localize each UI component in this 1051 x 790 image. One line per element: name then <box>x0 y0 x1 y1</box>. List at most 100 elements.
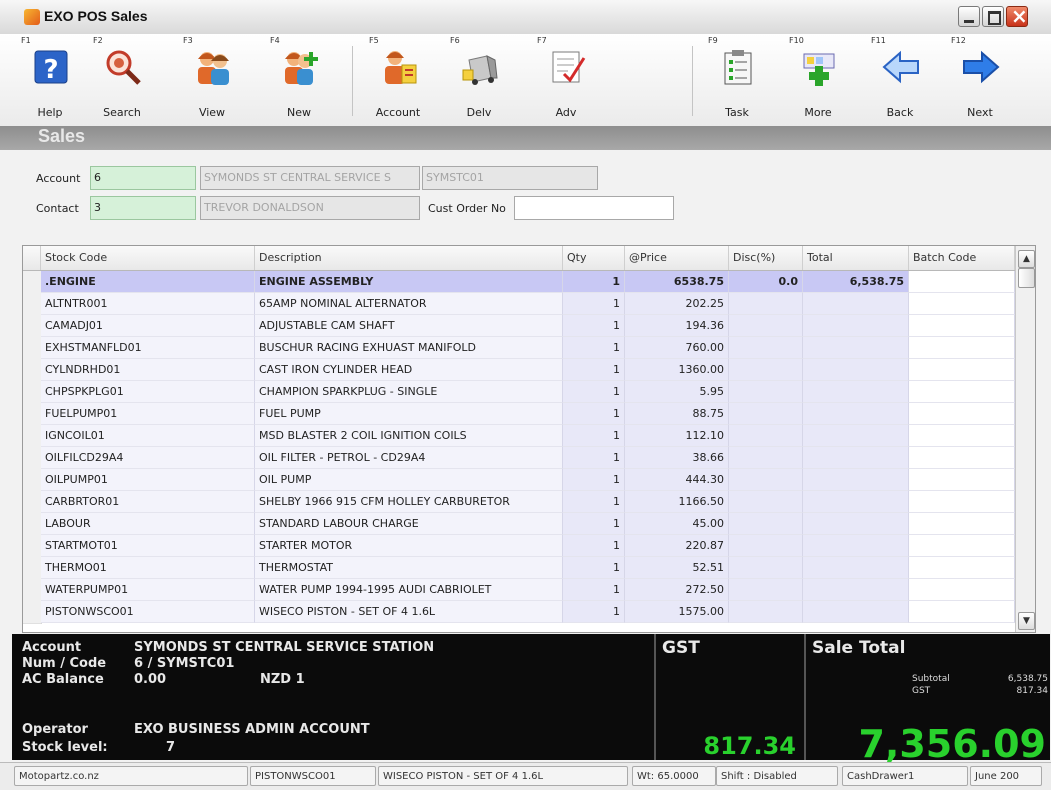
table-row[interactable]: LABOUR STANDARD LABOUR CHARGE 1 45.00 <box>23 513 1015 536</box>
cell-stock-code[interactable]: THERMO01 <box>41 557 255 579</box>
search-button[interactable]: F2 Search <box>90 36 154 122</box>
cell-discount[interactable] <box>729 315 803 337</box>
cell-description[interactable]: THERMOSTAT <box>255 557 563 579</box>
row-indicator[interactable] <box>23 359 42 382</box>
cell-qty[interactable]: 1 <box>563 535 625 557</box>
cell-description[interactable]: ADJUSTABLE CAM SHAFT <box>255 315 563 337</box>
cell-batch-code[interactable] <box>909 491 1015 513</box>
cell-qty[interactable]: 1 <box>563 557 625 579</box>
cell-batch-code[interactable] <box>909 601 1015 623</box>
column-header-stock-code[interactable]: Stock Code <box>41 246 255 270</box>
cell-discount[interactable] <box>729 535 803 557</box>
cell-discount[interactable]: 0.0 <box>729 271 803 293</box>
help-button[interactable]: F1 ? Help <box>18 36 82 122</box>
row-indicator[interactable] <box>23 601 42 624</box>
cell-stock-code[interactable]: OILPUMP01 <box>41 469 255 491</box>
minimize-button[interactable] <box>958 6 980 27</box>
cust-order-field[interactable] <box>514 196 674 220</box>
cell-batch-code[interactable] <box>909 425 1015 447</box>
cell-total[interactable] <box>803 315 909 337</box>
cell-stock-code[interactable]: EXHSTMANFLD01 <box>41 337 255 359</box>
grid-scrollbar[interactable]: ▲ ▼ <box>1015 246 1035 632</box>
cell-price[interactable]: 88.75 <box>625 403 729 425</box>
row-indicator[interactable] <box>23 491 42 514</box>
column-header-price[interactable]: @Price <box>625 246 729 270</box>
cell-price[interactable]: 202.25 <box>625 293 729 315</box>
cell-total[interactable] <box>803 491 909 513</box>
cell-batch-code[interactable] <box>909 557 1015 579</box>
cell-description[interactable]: OIL PUMP <box>255 469 563 491</box>
row-indicator[interactable] <box>23 469 42 492</box>
scroll-down-icon[interactable]: ▼ <box>1018 612 1035 630</box>
cell-stock-code[interactable]: WATERPUMP01 <box>41 579 255 601</box>
table-row[interactable]: ALTNTR001 65AMP NOMINAL ALTERNATOR 1 202.25 <box>23 293 1015 316</box>
cell-price[interactable]: 1166.50 <box>625 491 729 513</box>
cell-total[interactable] <box>803 447 909 469</box>
cell-description[interactable]: FUEL PUMP <box>255 403 563 425</box>
scroll-up-icon[interactable]: ▲ <box>1018 250 1035 268</box>
table-row[interactable]: PISTONWSCO01 WISECO PISTON - SET OF 4 1.6… <box>23 601 1015 624</box>
cell-description[interactable]: SHELBY 1966 915 CFM HOLLEY CARBURETOR <box>255 491 563 513</box>
cell-description[interactable]: STARTER MOTOR <box>255 535 563 557</box>
cell-total[interactable] <box>803 359 909 381</box>
cell-batch-code[interactable] <box>909 337 1015 359</box>
cell-discount[interactable] <box>729 601 803 623</box>
cell-total[interactable]: 6,538.75 <box>803 271 909 293</box>
cell-qty[interactable]: 1 <box>563 403 625 425</box>
cell-stock-code[interactable]: OILFILCD29A4 <box>41 447 255 469</box>
delivery-button[interactable]: F6 Delv <box>447 36 511 122</box>
cell-stock-code[interactable]: CHPSPKPLG01 <box>41 381 255 403</box>
cell-batch-code[interactable] <box>909 359 1015 381</box>
cell-total[interactable] <box>803 425 909 447</box>
cell-batch-code[interactable] <box>909 381 1015 403</box>
cell-discount[interactable] <box>729 557 803 579</box>
cell-qty[interactable]: 1 <box>563 447 625 469</box>
more-button[interactable]: F10 More <box>786 36 850 122</box>
cell-discount[interactable] <box>729 337 803 359</box>
cell-stock-code[interactable]: CARBRTOR01 <box>41 491 255 513</box>
cell-description[interactable]: WATER PUMP 1994-1995 AUDI CABRIOLET <box>255 579 563 601</box>
cell-price[interactable]: 194.36 <box>625 315 729 337</box>
row-indicator[interactable] <box>23 315 42 338</box>
cell-stock-code[interactable]: ALTNTR001 <box>41 293 255 315</box>
table-row[interactable]: .ENGINE ENGINE ASSEMBLY 1 6538.75 0.0 6,538.7… <box>23 271 1015 294</box>
close-button[interactable] <box>1006 4 1028 28</box>
cell-price[interactable]: 272.50 <box>625 579 729 601</box>
table-row[interactable]: OILPUMP01 OIL PUMP 1 444.30 <box>23 469 1015 492</box>
cell-total[interactable] <box>803 337 909 359</box>
table-row[interactable]: EXHSTMANFLD01 BUSCHUR RACING EXHUAST MANI… <box>23 337 1015 360</box>
cell-qty[interactable]: 1 <box>563 315 625 337</box>
cell-qty[interactable]: 1 <box>563 601 625 623</box>
cell-price[interactable]: 760.00 <box>625 337 729 359</box>
cell-price[interactable]: 444.30 <box>625 469 729 491</box>
cell-batch-code[interactable] <box>909 469 1015 491</box>
cell-price[interactable]: 112.10 <box>625 425 729 447</box>
column-header-qty[interactable]: Qty <box>563 246 625 270</box>
cell-description[interactable]: WISECO PISTON - SET OF 4 1.6L <box>255 601 563 623</box>
view-button[interactable]: F3 View <box>180 36 244 122</box>
cell-stock-code[interactable]: CAMADJ01 <box>41 315 255 337</box>
cell-total[interactable] <box>803 579 909 601</box>
cell-batch-code[interactable] <box>909 513 1015 535</box>
cell-total[interactable] <box>803 535 909 557</box>
column-header-batch-code[interactable]: Batch Code <box>909 246 1015 270</box>
cell-description[interactable]: OIL FILTER - PETROL - CD29A4 <box>255 447 563 469</box>
cell-batch-code[interactable] <box>909 293 1015 315</box>
cell-batch-code[interactable] <box>909 579 1015 601</box>
cell-price[interactable]: 220.87 <box>625 535 729 557</box>
cell-discount[interactable] <box>729 447 803 469</box>
table-row[interactable]: CARBRTOR01 SHELBY 1966 915 CFM HOLLEY CAR… <box>23 491 1015 514</box>
cell-qty[interactable]: 1 <box>563 293 625 315</box>
cell-description[interactable]: 65AMP NOMINAL ALTERNATOR <box>255 293 563 315</box>
row-indicator[interactable] <box>23 557 42 580</box>
task-button[interactable]: F9 Task <box>705 36 769 122</box>
row-indicator[interactable] <box>23 579 42 602</box>
cell-qty[interactable]: 1 <box>563 469 625 491</box>
row-indicator[interactable] <box>23 513 42 536</box>
account-button[interactable]: F5 Account <box>366 36 430 122</box>
table-row[interactable]: IGNCOIL01 MSD BLASTER 2 COIL IGNITION COI… <box>23 425 1015 448</box>
cell-stock-code[interactable]: CYLNDRHD01 <box>41 359 255 381</box>
cell-stock-code[interactable]: STARTMOT01 <box>41 535 255 557</box>
table-row[interactable]: OILFILCD29A4 OIL FILTER - PETROL - CD29A4… <box>23 447 1015 470</box>
column-header-description[interactable]: Description <box>255 246 563 270</box>
